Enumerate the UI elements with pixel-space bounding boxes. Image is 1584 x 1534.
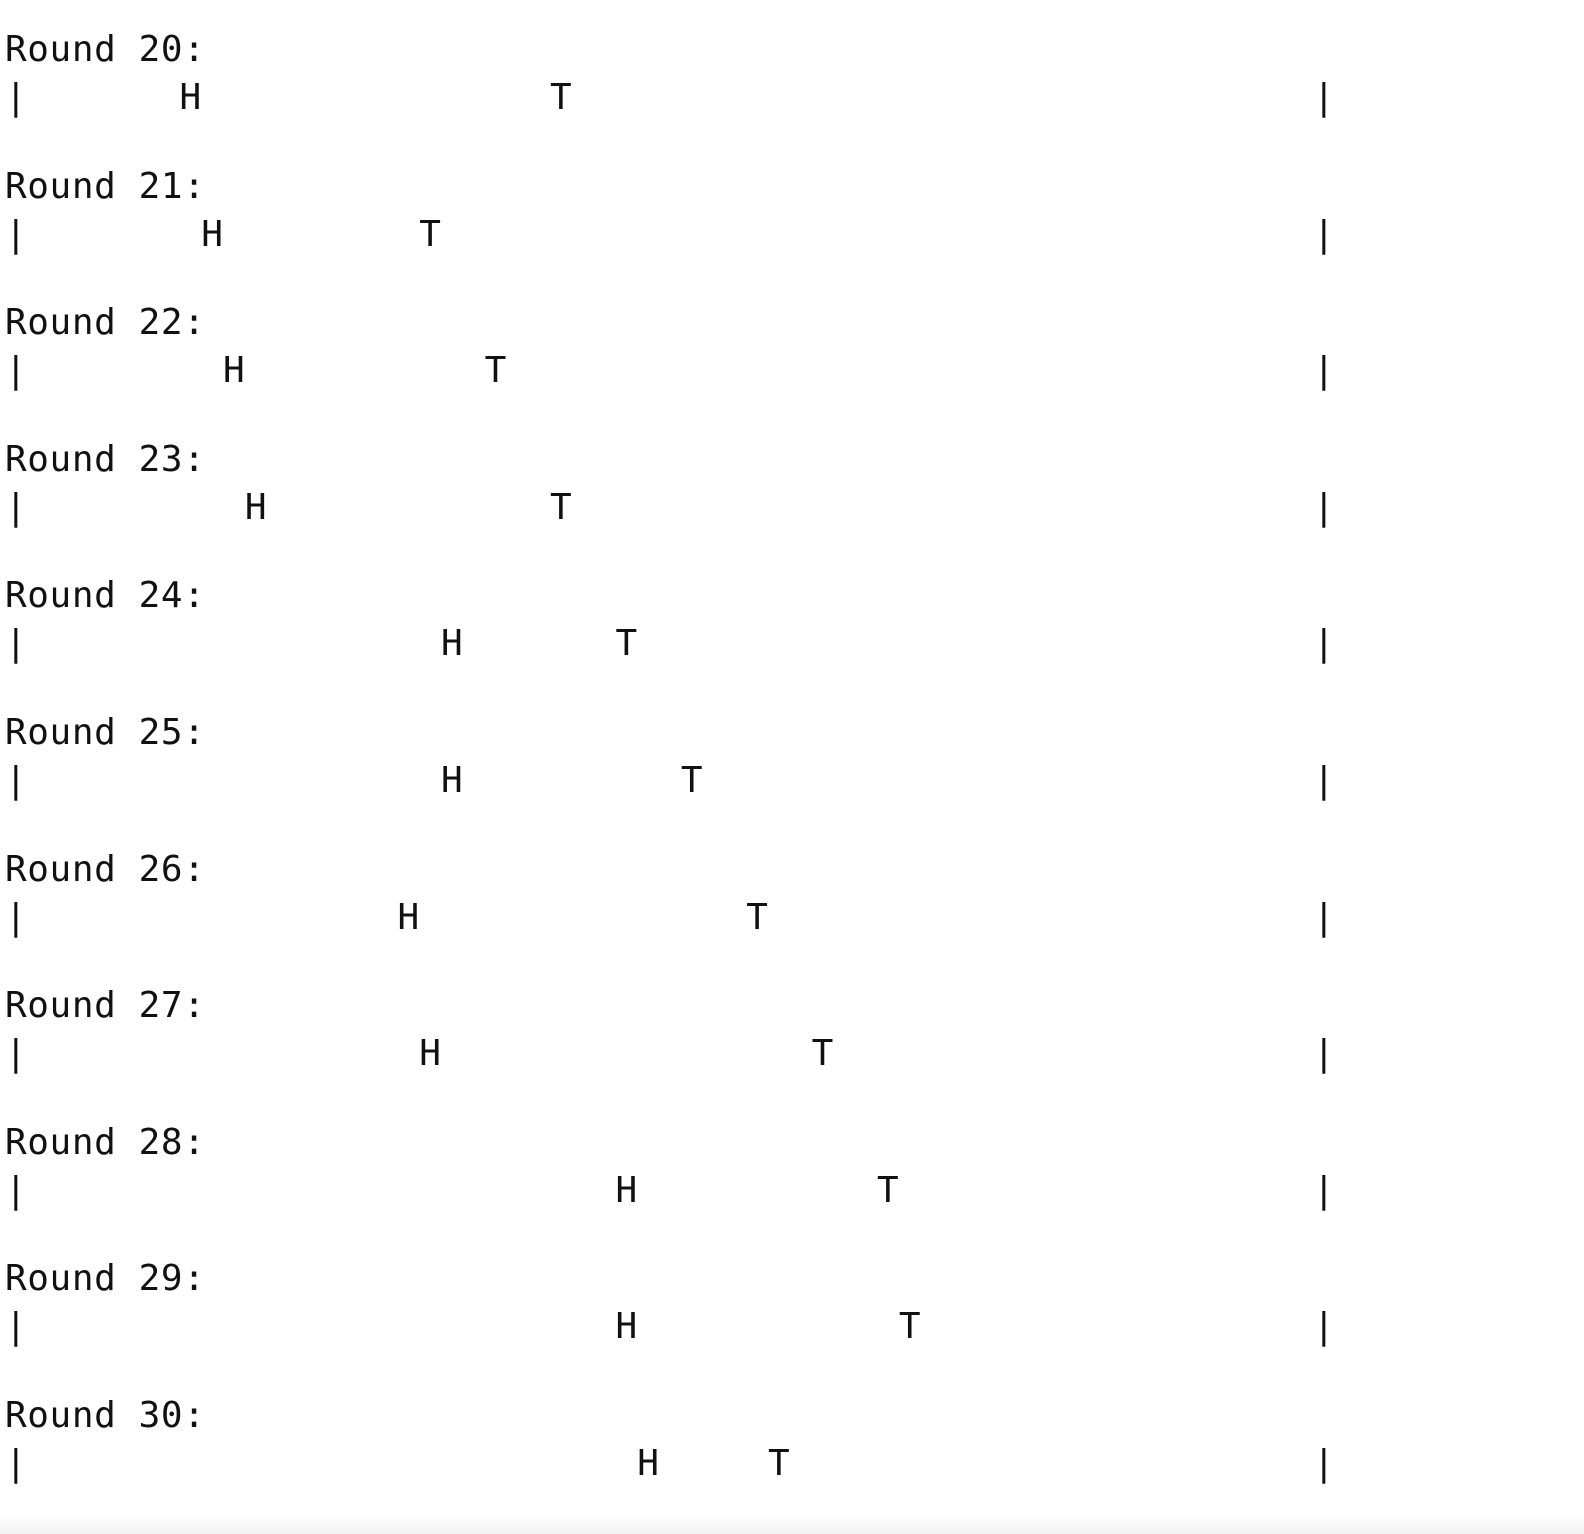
right-wall: |: [1313, 213, 1335, 255]
tail-marker: T: [877, 1169, 899, 1211]
round-block: Round 25: | H T |: [5, 709, 1565, 846]
track-line: | H T |: [5, 1303, 1565, 1351]
head-marker: H: [201, 213, 223, 255]
tail-marker: T: [898, 1306, 921, 1348]
track-line: | H T |: [5, 620, 1565, 668]
left-wall: |: [5, 213, 27, 255]
track-line: | H T |: [5, 74, 1565, 122]
round-block: Round 28: | H T |: [5, 1119, 1565, 1256]
round-label: Round 20:: [5, 29, 206, 70]
track-line: | H T |: [5, 1030, 1565, 1078]
left-wall: |: [5, 623, 27, 665]
right-wall: |: [1313, 1306, 1335, 1348]
bottom-fade: [0, 1516, 1584, 1534]
right-wall: |: [1313, 1169, 1335, 1211]
round-label: Round 28:: [5, 1121, 206, 1163]
round-label: Round 24:: [5, 575, 206, 617]
head-marker: H: [397, 896, 420, 938]
round-label: Round 23:: [5, 438, 206, 480]
round-block: Round 26: | H T |: [5, 846, 1565, 983]
left-wall: |: [5, 1169, 27, 1211]
right-wall: |: [1313, 1033, 1335, 1075]
tail-marker: T: [746, 896, 768, 938]
round-label: Round 29:: [5, 1258, 206, 1300]
track-line: | H T |: [5, 211, 1565, 259]
tail-marker: T: [768, 1442, 790, 1484]
tail-marker: T: [550, 486, 572, 528]
right-wall: |: [1313, 896, 1335, 938]
right-wall: |: [1313, 486, 1335, 528]
head-marker: H: [615, 1169, 638, 1211]
tail-marker: T: [550, 77, 572, 118]
track-line: | H T |: [5, 894, 1565, 942]
round-block: Round 24: | H T |: [5, 572, 1565, 709]
round-label: Round 30:: [5, 1394, 206, 1436]
head-marker: H: [615, 1306, 638, 1348]
round-block: Round 30: | H T |: [5, 1392, 1565, 1529]
head-marker: H: [244, 486, 267, 528]
track-line: | H T |: [5, 757, 1565, 805]
head-marker: H: [419, 1033, 441, 1075]
head-marker: H: [441, 759, 463, 801]
round-block: Round 23: | H T |: [5, 436, 1565, 573]
track-line: | H T |: [5, 347, 1565, 395]
tail-marker: T: [680, 759, 703, 801]
track-line: | H T |: [5, 1167, 1565, 1215]
round-block: Round 21: | H T |: [5, 163, 1565, 300]
tail-marker: T: [419, 213, 441, 255]
right-wall: |: [1313, 759, 1335, 801]
tail-marker: T: [811, 1033, 834, 1075]
tail-marker: T: [484, 350, 507, 392]
round-block: Round 29: | H T |: [5, 1255, 1565, 1392]
round-label: Round 21:: [5, 165, 206, 207]
head-marker: H: [441, 623, 463, 665]
left-wall: |: [5, 486, 27, 528]
right-wall: |: [1313, 77, 1335, 118]
left-wall: |: [5, 350, 27, 392]
left-wall: |: [5, 77, 27, 118]
head-marker: H: [637, 1442, 659, 1484]
tail-marker: T: [615, 623, 638, 665]
left-wall: |: [5, 759, 27, 801]
right-wall: |: [1313, 1442, 1335, 1484]
round-label: Round 22:: [5, 302, 206, 344]
head-marker: H: [179, 77, 202, 118]
terminal-output: Round 20: | H T | Round 21: | H T | Round 22: | H T | R…: [5, 26, 1565, 1529]
track-line: | H T |: [5, 1440, 1565, 1488]
round-label: Round 27:: [5, 985, 206, 1027]
round-label: Round 26:: [5, 848, 206, 890]
left-wall: |: [5, 1033, 27, 1075]
left-wall: |: [5, 1306, 27, 1348]
head-marker: H: [223, 350, 245, 392]
round-block: Round 27: | H T |: [5, 982, 1565, 1119]
round-block: Round 22: | H T |: [5, 299, 1565, 436]
right-wall: |: [1313, 623, 1335, 665]
round-label: Round 25:: [5, 711, 206, 753]
left-wall: |: [5, 896, 27, 938]
track-line: | H T |: [5, 484, 1565, 532]
right-wall: |: [1313, 350, 1335, 392]
left-wall: |: [5, 1442, 27, 1484]
round-block: Round 20: | H T |: [5, 26, 1565, 163]
